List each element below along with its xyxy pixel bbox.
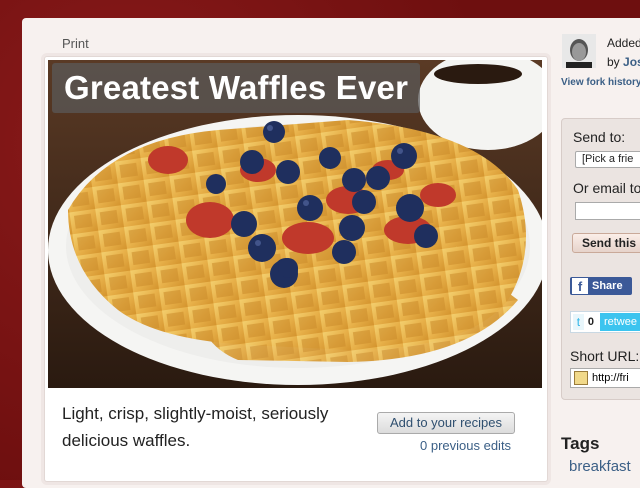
recipe-title-overlay: Greatest Waffles Ever <box>52 63 421 113</box>
clipboard-icon[interactable] <box>574 371 588 385</box>
recipe-description: Light, crisp, slightly-moist, seriously … <box>62 404 329 450</box>
email-to-label: Or email to <box>573 180 640 196</box>
retweet-button[interactable]: t 0 retwee <box>570 311 640 333</box>
author-avatar[interactable] <box>562 34 596 68</box>
by-prefix: by <box>607 55 620 69</box>
added-prefix: Added <box>607 36 640 50</box>
add-to-recipes-button[interactable]: Add to your recipes <box>377 412 515 434</box>
short-url-label: Short URL: <box>570 348 640 364</box>
tweet-count: 0 <box>587 316 594 328</box>
friend-select[interactable]: [Pick a frie <box>575 151 640 168</box>
send-recipe-button[interactable]: Send this r <box>572 233 640 253</box>
print-link[interactable]: Print <box>62 36 89 51</box>
tags-heading: Tags <box>561 434 600 453</box>
added-by-line: by Jos <box>607 53 640 72</box>
email-field[interactable] <box>575 202 640 220</box>
facebook-icon: f <box>572 278 588 294</box>
added-by-text: Added by Jos <box>607 34 640 72</box>
previous-edits-link[interactable]: 0 previous edits <box>420 438 511 453</box>
facebook-share-label: Share <box>592 280 623 292</box>
retweet-label: retwee <box>599 313 640 331</box>
twitter-icon: t <box>573 314 584 330</box>
fork-history-link[interactable]: View fork history <box>561 77 640 88</box>
short-url-field[interactable]: http://fri <box>570 368 640 388</box>
facebook-share-button[interactable]: f Share <box>570 277 632 295</box>
author-name-link[interactable]: Jos <box>623 55 640 69</box>
recipe-title: Greatest Waffles Ever <box>64 69 409 106</box>
send-to-label: Send to: <box>573 129 626 145</box>
tag-link[interactable]: breakfast <box>569 458 631 475</box>
short-url-value: http://fri <box>592 372 629 384</box>
